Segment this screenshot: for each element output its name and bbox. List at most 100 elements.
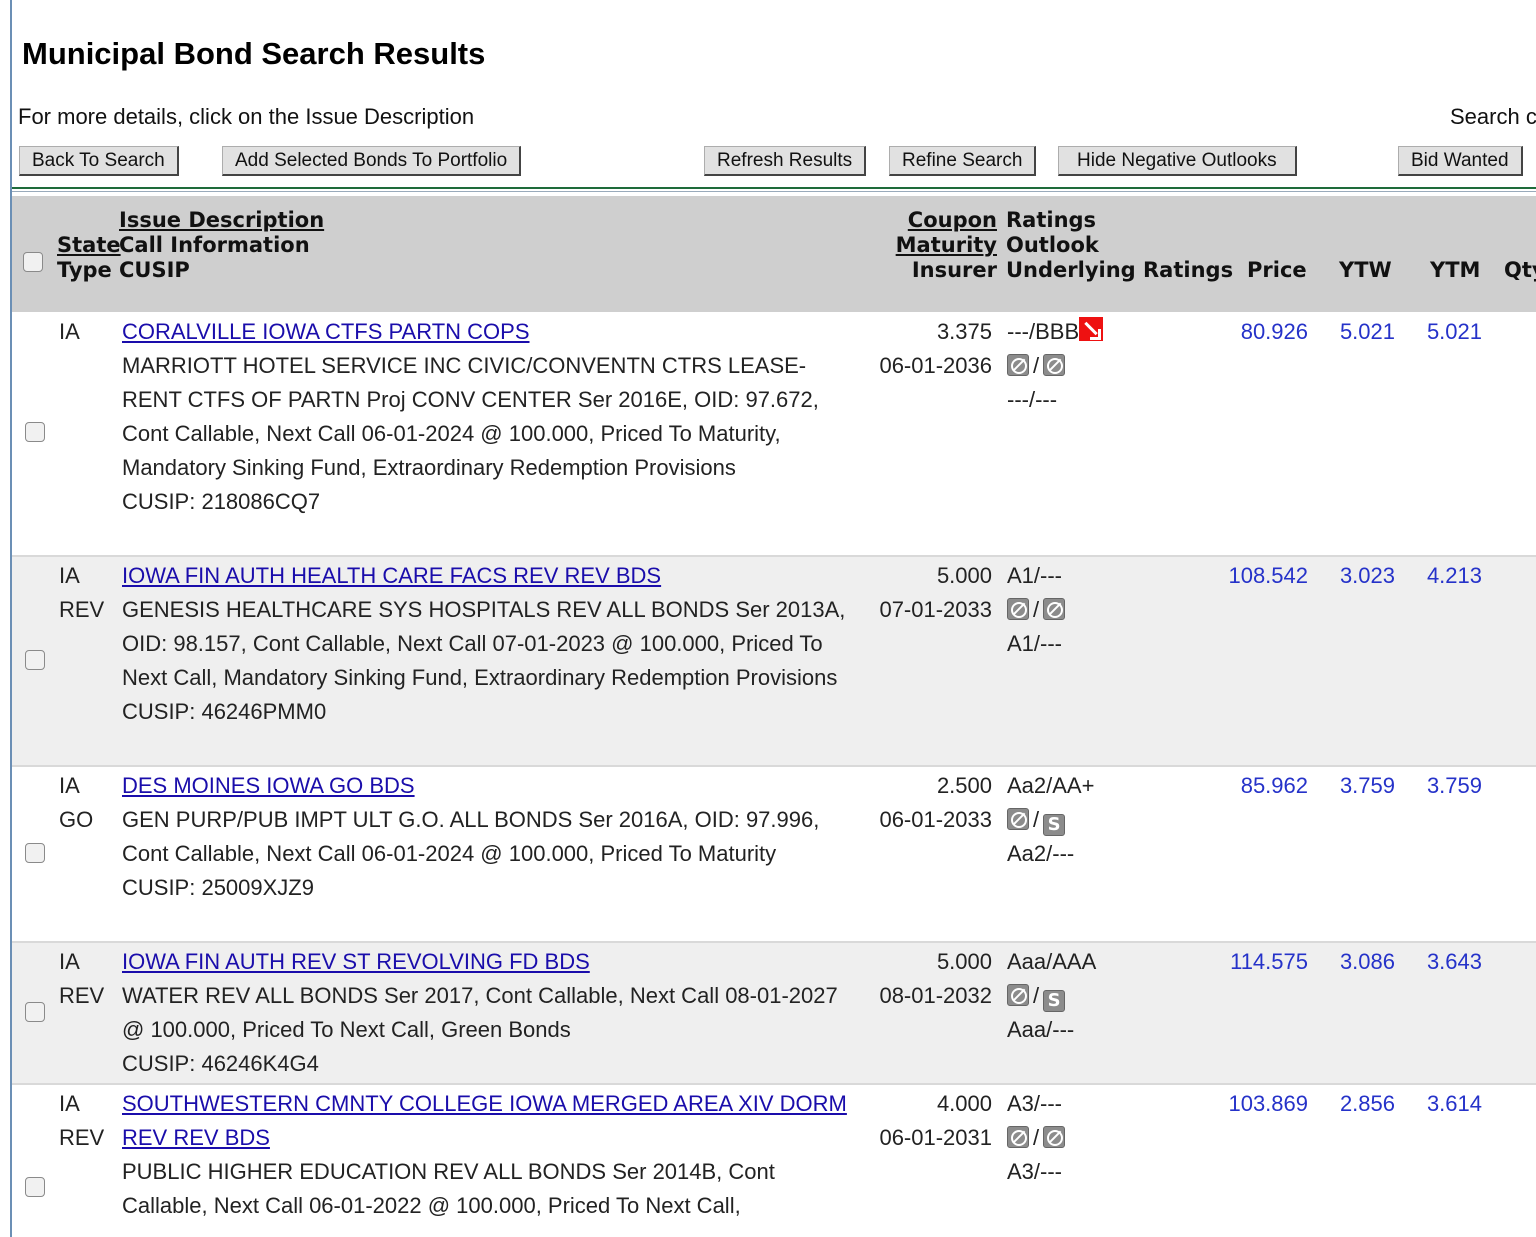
ytw-value: 5.021 [1339, 319, 1395, 344]
issue-description-link[interactable]: DES MOINES IOWA GO BDS [122, 773, 415, 798]
refresh-results-button[interactable]: Refresh Results [704, 146, 867, 176]
issue-description-link[interactable]: SOUTHWESTERN CMNTY COLLEGE IOWA MERGED A… [122, 1091, 847, 1150]
state-value: IA [59, 319, 80, 344]
details-note: For more details, click on the Issue Des… [18, 104, 475, 129]
select-all-checkbox[interactable] [23, 252, 43, 272]
underlying-ratings-value: Aaa/--- [1007, 1017, 1075, 1042]
price-value: 103.869 [1228, 1091, 1308, 1116]
state-value: IA [59, 1091, 80, 1116]
not-rated-outlook-icon [1007, 598, 1029, 620]
ratings-value: ---/BBB [1007, 319, 1080, 344]
ytw-value: 3.023 [1339, 563, 1395, 588]
call-information-header: Call Information [119, 233, 310, 257]
maturity-value: 06-01-2036 [879, 353, 992, 378]
cusip-value: CUSIP: 46246PMM0 [122, 699, 327, 724]
table-row: IA REV IOWA FIN AUTH REV ST REVOLVING FD… [12, 943, 1536, 1085]
sort-qty-link[interactable]: Qty [1504, 258, 1536, 283]
row-select-checkbox[interactable] [25, 843, 45, 863]
cusip-header: CUSIP [119, 258, 190, 282]
ytm-value: 3.643 [1426, 949, 1482, 974]
maturity-value: 06-01-2033 [879, 807, 992, 832]
state-value: IA [59, 773, 80, 798]
row-select-checkbox[interactable] [25, 650, 45, 670]
maturity-value: 06-01-2031 [879, 1125, 992, 1150]
ytw-value: 3.086 [1339, 949, 1395, 974]
sort-ytw-link[interactable]: YTW [1339, 258, 1392, 283]
not-rated-outlook-icon [1043, 598, 1066, 620]
divider [12, 191, 1536, 192]
search-label: Search c [1450, 104, 1536, 129]
stable-outlook-icon: S [1043, 990, 1066, 1012]
negative-outlook-icon [1079, 317, 1104, 341]
row-select-checkbox[interactable] [25, 1177, 45, 1197]
issue-description-link[interactable]: CORALVILLE IOWA CTFS PARTN COPS [122, 319, 530, 344]
maturity-value: 07-01-2033 [879, 597, 992, 622]
sort-price-link[interactable]: Price [1247, 258, 1307, 283]
underlying-ratings-value: A1/--- [1007, 631, 1062, 656]
coupon-value: 5.000 [936, 949, 992, 974]
table-row: IA GO DES MOINES IOWA GO BDS GEN PURP/PU… [12, 767, 1536, 943]
stable-outlook-icon: S [1043, 814, 1066, 836]
call-information: GEN PURP/PUB IMPT ULT G.O. ALL BONDS Ser… [122, 807, 820, 866]
type-value: REV [59, 597, 105, 622]
price-value: 114.575 [1230, 949, 1308, 974]
ytm-header: YTM [1430, 258, 1481, 282]
table-row: IA CORALVILLE IOWA CTFS PARTN COPS MARRI… [12, 313, 1536, 557]
type-value: REV [59, 1125, 105, 1150]
hide-negative-outlooks-button[interactable]: Hide Negative Outlooks [1058, 146, 1297, 176]
ratings-header: Ratings [1006, 208, 1097, 232]
issue-description-link[interactable]: IOWA FIN AUTH REV ST REVOLVING FD BDS [122, 949, 590, 974]
add-to-portfolio-button[interactable]: Add Selected Bonds To Portfolio [222, 146, 522, 176]
coupon-value: 3.375 [936, 319, 992, 344]
state-value: IA [59, 949, 80, 974]
row-select-checkbox[interactable] [25, 422, 45, 442]
state-value: IA [59, 563, 80, 588]
ytm-value: 4.213 [1426, 563, 1482, 588]
ratings-value: Aaa/AAA [1007, 949, 1097, 974]
underlying-ratings-value: Aa2/--- [1007, 841, 1075, 866]
type-header: Type [57, 258, 112, 282]
ratings-value: A1/--- [1007, 563, 1062, 588]
ratings-value: A3/--- [1007, 1091, 1062, 1116]
cusip-value: CUSIP: 46246K4G4 [122, 1051, 319, 1076]
call-information: WATER REV ALL BONDS Ser 2017, Cont Calla… [122, 983, 838, 1042]
price-value: 85.962 [1240, 773, 1308, 798]
coupon-value: 2.500 [936, 773, 992, 798]
not-rated-outlook-icon [1007, 984, 1029, 1006]
call-information: GENESIS HEALTHCARE SYS HOSPITALS REV ALL… [122, 597, 846, 690]
bid-wanted-button[interactable]: Bid Wanted [1398, 146, 1523, 176]
sort-maturity-link[interactable]: Maturity [896, 233, 997, 257]
coupon-value: 4.000 [936, 1091, 992, 1116]
maturity-value: 08-01-2032 [879, 983, 992, 1008]
type-value: GO [59, 807, 94, 832]
call-information: MARRIOTT HOTEL SERVICE INC CIVIC/CONVENT… [122, 353, 819, 480]
not-rated-outlook-icon [1043, 354, 1066, 376]
not-rated-outlook-icon [1007, 808, 1029, 830]
not-rated-outlook-icon [1007, 354, 1029, 376]
sort-state-link[interactable]: State [57, 233, 121, 257]
ytm-value: 5.021 [1426, 319, 1482, 344]
sort-coupon-link[interactable]: Coupon [908, 208, 997, 232]
results-table-header: State Type Issue Description Call Inform… [12, 196, 1536, 312]
ytm-value: 3.614 [1426, 1091, 1482, 1116]
sort-issue-description-link[interactable]: Issue Description [119, 208, 324, 232]
divider [12, 187, 1536, 189]
ytw-value: 2.856 [1339, 1091, 1395, 1116]
cusip-value: CUSIP: 218086CQ7 [122, 489, 321, 514]
page-title: Municipal Bond Search Results [22, 36, 486, 71]
table-row: IA REV IOWA FIN AUTH HEALTH CARE FACS RE… [12, 557, 1536, 767]
refine-search-button[interactable]: Refine Search [889, 146, 1037, 176]
back-to-search-button[interactable]: Back To Search [19, 146, 179, 176]
underlying-ratings-value: ---/--- [1007, 387, 1058, 412]
insurer-header: Insurer [911, 258, 997, 282]
results-page: Municipal Bond Search Results For more d… [12, 0, 1536, 1237]
not-rated-outlook-icon [1043, 1126, 1066, 1148]
table-row: IA REV SOUTHWESTERN CMNTY COLLEGE IOWA M… [12, 1085, 1536, 1237]
coupon-value: 5.000 [936, 563, 992, 588]
issue-description-link[interactable]: IOWA FIN AUTH HEALTH CARE FACS REV REV B… [122, 563, 661, 588]
type-value: REV [59, 983, 105, 1008]
outlook-header: Outlook [1006, 233, 1099, 257]
ytw-value: 3.759 [1339, 773, 1395, 798]
row-select-checkbox[interactable] [25, 1002, 45, 1022]
ratings-value: Aa2/AA+ [1007, 773, 1095, 798]
